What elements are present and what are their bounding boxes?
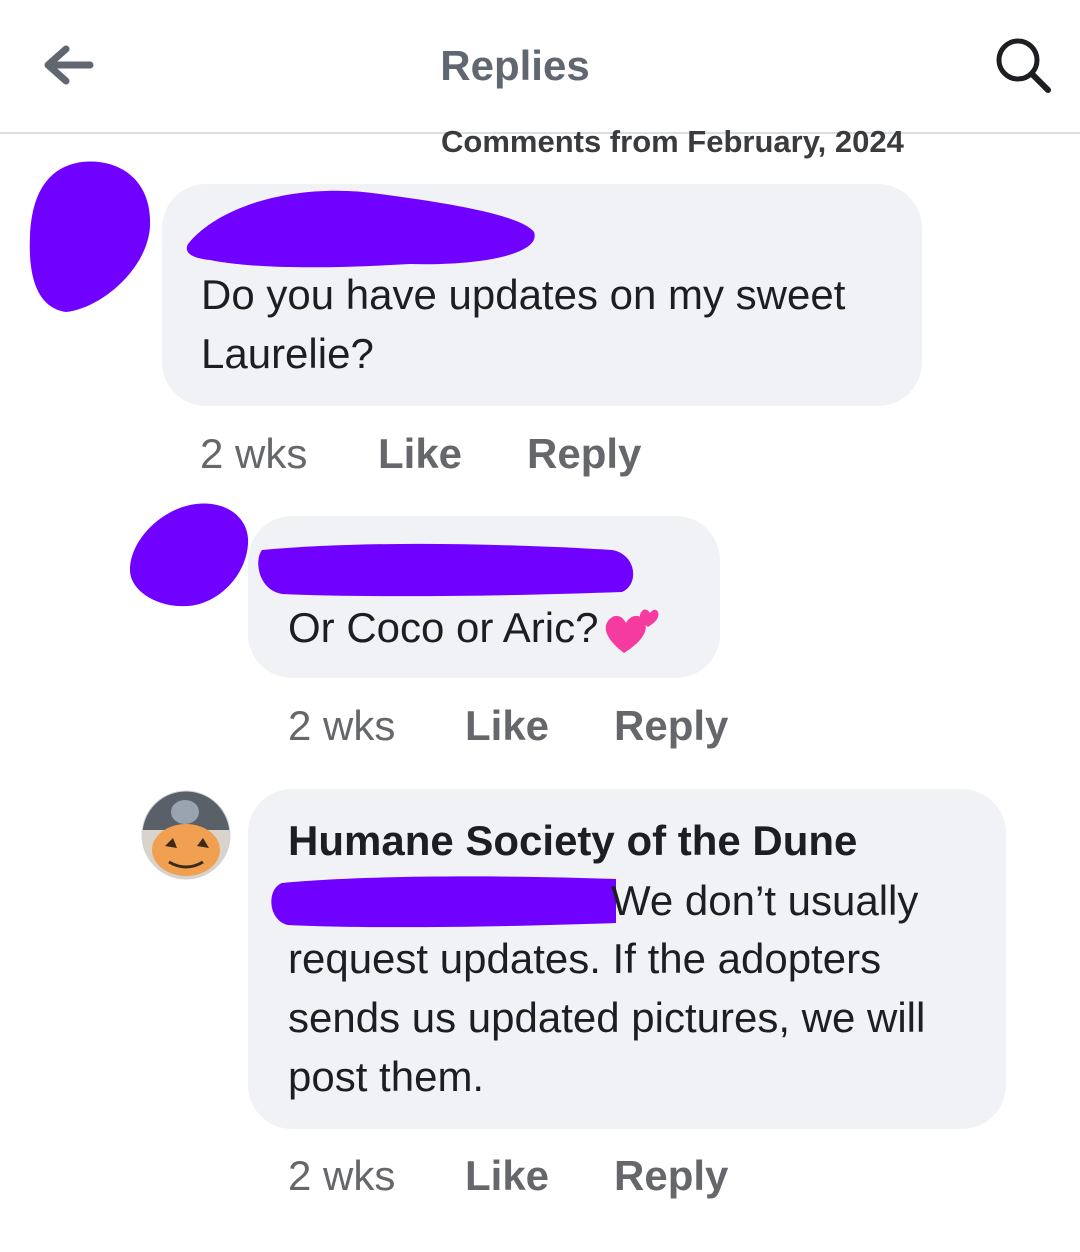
- comment-timestamp: 2 wks: [288, 1152, 396, 1199]
- comment-text-line1: We don’t usually: [611, 877, 919, 924]
- comment-bubble: Humane Society of the Dune We don’t usua…: [248, 789, 1006, 1129]
- like-button[interactable]: Like: [465, 702, 549, 750]
- search-button[interactable]: [992, 34, 1054, 96]
- comment-bubble: Do you have updates on my sweet Laurelie…: [162, 184, 922, 406]
- reply-button[interactable]: Reply: [614, 1152, 728, 1200]
- avatar[interactable]: [22, 158, 156, 318]
- avatar[interactable]: [126, 500, 256, 610]
- search-icon: [996, 38, 1051, 93]
- comments-date-label: Comments from February, 2024: [441, 124, 904, 159]
- redacted-author-name: [258, 543, 634, 597]
- redacted-mention: [271, 876, 616, 928]
- comment-text: Do you have updates on my sweet Laurelie…: [201, 271, 846, 377]
- comment-author: Humane Society of the Dune: [288, 817, 858, 864]
- redacted-author-name: [186, 190, 535, 268]
- reply-button[interactable]: Reply: [614, 702, 728, 750]
- like-button[interactable]: Like: [378, 430, 462, 478]
- comment-timestamp: 2 wks: [200, 430, 308, 477]
- page-avatar[interactable]: [141, 790, 231, 880]
- page-title: Replies: [440, 42, 590, 89]
- comment-bubble: Or Coco or Aric?: [248, 516, 720, 678]
- comment-timestamp: 2 wks: [288, 702, 396, 749]
- two-hearts-icon: [606, 609, 659, 653]
- comment-text: request updates. If the adopters sends u…: [288, 935, 926, 1100]
- comment-text-content: Or Coco or Aric?: [288, 604, 599, 651]
- comment-text: Or Coco or Aric?: [288, 598, 660, 657]
- top-bar: Replies: [0, 0, 1080, 134]
- reply-button[interactable]: Reply: [527, 430, 641, 478]
- like-button[interactable]: Like: [465, 1152, 549, 1200]
